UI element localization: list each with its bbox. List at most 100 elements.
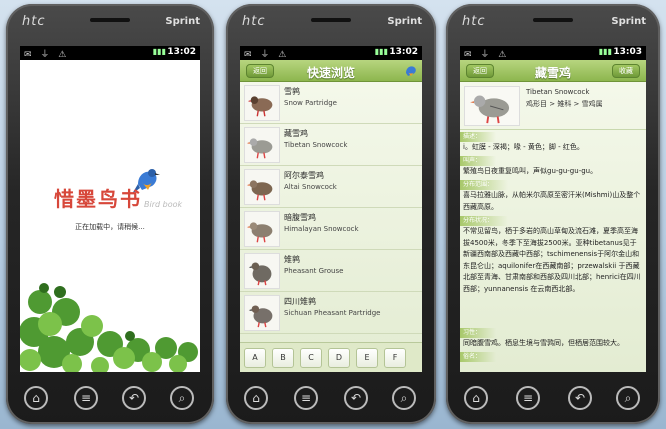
- home-key-icon[interactable]: ⌂: [24, 386, 48, 410]
- status-time: 13:02: [167, 47, 196, 57]
- app-subtitle: Bird book: [144, 200, 183, 209]
- section-body: 喜马拉雅山脉，从帕米尔高原至密汗米(Mishmi)山及整个西藏高原。: [463, 191, 641, 211]
- trees-illustration: [20, 283, 198, 372]
- phone-detail: htc Sprint ✉ ⏚ ⚠ ▮▮▮ 13:03 返回 藏雪鸡 收藏 Tib…: [446, 4, 660, 424]
- brand-logo: htc: [22, 14, 46, 29]
- alpha-key[interactable]: D: [328, 348, 350, 368]
- alphabet-index-bar: A B C D E F: [240, 342, 422, 372]
- bird-thumbnail-icon: [244, 211, 280, 247]
- page-title: 快速浏览: [306, 66, 355, 80]
- section-heading: 分布状况：: [460, 216, 508, 226]
- phone-splash: htc Sprint ✉ ⏚ ⚠ ▮▮▮ 13:02 惜墨鸟书 Bird boo…: [6, 4, 214, 424]
- app-title: 惜墨鸟书: [54, 187, 142, 211]
- bird-name-en: Snow Partridge: [284, 99, 337, 107]
- list-item[interactable]: 藏雪鸡 Tibetan Snowcock: [240, 124, 422, 166]
- hardware-keys: ⌂ ≡ ↶ ⌕: [446, 386, 660, 414]
- bird-name-cn: 四川雉鹑: [284, 297, 316, 306]
- section-heading: 俗名：: [460, 352, 496, 362]
- title-bar: 返回 藏雪鸡 收藏: [460, 60, 646, 82]
- detail-header: Tibetan Snowcock 鸡形目 > 雉科 > 雪鸡属: [460, 82, 646, 130]
- section-heading: 叫声：: [460, 156, 496, 166]
- bird-thumbnail-icon: [244, 127, 280, 163]
- carrier-logo: Sprint: [165, 16, 200, 27]
- list-item[interactable]: 暗腹雪鸡 Himalayan Snowcock: [240, 208, 422, 250]
- bird-icon: [406, 66, 416, 76]
- home-key-icon[interactable]: ⌂: [244, 386, 268, 410]
- bird-name-en: Sichuan Pheasant Partridge: [284, 309, 381, 317]
- signal-icon: ▮▮▮: [598, 47, 612, 56]
- status-bar: ✉ ⏚ ⚠ ▮▮▮ 13:02: [20, 46, 200, 60]
- status-time: 13:03: [613, 47, 642, 57]
- menu-key-icon[interactable]: ≡: [294, 386, 318, 410]
- bird-classification: 鸡形目 > 雉科 > 雪鸡属: [526, 100, 603, 108]
- section-heading: 描述：: [460, 132, 496, 142]
- notification-icons: ✉ ⏚ ⚠: [24, 50, 70, 60]
- bird-name-cn: 藏雪鸡: [284, 129, 308, 138]
- loading-text: 正在加载中，请稍候...: [75, 223, 145, 231]
- section-body: 繁殖鸟日夜重复鸣叫，声似gu-gu-gu-gu。: [463, 167, 598, 175]
- bird-list: 雪鹑 Snow Partridge 藏雪鸡 Tibetan Snowcock 阿…: [240, 82, 422, 372]
- bird-name-cn: 阿尔泰雪鸡: [284, 171, 324, 180]
- search-key-icon[interactable]: ⌕: [392, 386, 416, 410]
- carrier-logo: Sprint: [611, 16, 646, 27]
- alpha-key[interactable]: B: [272, 348, 294, 368]
- bird-name-en: Pheasant Grouse: [284, 267, 344, 275]
- bird-name-en: Altai Snowcock: [284, 183, 337, 191]
- menu-key-icon[interactable]: ≡: [516, 386, 540, 410]
- title-bar: 返回 快速浏览: [240, 60, 422, 82]
- search-key-icon[interactable]: ⌕: [616, 386, 640, 410]
- alpha-key[interactable]: E: [356, 348, 378, 368]
- section-body: 不常见留鸟，栖于多岩的高山草甸及流石滩，夏季高至海拔4500米，冬季下至海拔25…: [463, 227, 641, 293]
- hardware-keys: ⌂ ≡ ↶ ⌕: [226, 386, 436, 414]
- alpha-key[interactable]: A: [244, 348, 266, 368]
- status-time: 13:02: [389, 47, 418, 57]
- status-bar: ✉ ⏚ ⚠ ▮▮▮ 13:03: [460, 46, 646, 60]
- bird-name-en: Himalayan Snowcock: [284, 225, 359, 233]
- brand-logo: htc: [242, 14, 266, 29]
- bird-name-en: Tibetan Snowcock: [284, 141, 348, 149]
- list-item[interactable]: 雪鹑 Snow Partridge: [240, 82, 422, 124]
- hardware-keys: ⌂ ≡ ↶ ⌕: [6, 386, 214, 414]
- alpha-key[interactable]: F: [384, 348, 406, 368]
- screen: ✉ ⏚ ⚠ ▮▮▮ 13:03 返回 藏雪鸡 收藏 Tibetan Snowco…: [460, 46, 646, 372]
- status-bar: ✉ ⏚ ⚠ ▮▮▮ 13:02: [240, 46, 422, 60]
- notification-icons: ✉ ⏚ ⚠: [464, 50, 510, 60]
- back-key-icon[interactable]: ↶: [568, 386, 592, 410]
- carrier-logo: Sprint: [387, 16, 422, 27]
- screen: ✉ ⏚ ⚠ ▮▮▮ 13:02 返回 快速浏览 雪鹑 Snow Partridg…: [240, 46, 422, 372]
- bird-detail: Tibetan Snowcock 鸡形目 > 雉科 > 雪鸡属 描述： i。虹膜…: [460, 82, 646, 372]
- alpha-key[interactable]: C: [300, 348, 322, 368]
- back-key-icon[interactable]: ↶: [344, 386, 368, 410]
- signal-icon: ▮▮▮: [152, 47, 166, 56]
- menu-key-icon[interactable]: ≡: [74, 386, 98, 410]
- phone-browse: htc Sprint ✉ ⏚ ⚠ ▮▮▮ 13:02 返回 快速浏览 雪鹑 Sn…: [226, 4, 436, 424]
- bird-name-en: Tibetan Snowcock: [526, 88, 590, 96]
- favorite-button[interactable]: 收藏: [612, 64, 640, 78]
- brand-logo: htc: [462, 14, 486, 29]
- bird-thumbnail-icon: [244, 85, 280, 121]
- speaker-grille: [311, 18, 351, 22]
- notification-icons: ✉ ⏚ ⚠: [244, 50, 290, 60]
- bird-thumbnail-icon: [244, 253, 280, 289]
- list-item[interactable]: 四川雉鹑 Sichuan Pheasant Partridge: [240, 292, 422, 334]
- bird-name-cn: 雪鹑: [284, 87, 300, 96]
- list-item[interactable]: 雉鹑 Pheasant Grouse: [240, 250, 422, 292]
- section-body: 同暗腹雪鸡。栖息生境与雪鹑同，但栖居范围较大。: [463, 339, 624, 347]
- bird-name-cn: 雉鹑: [284, 255, 300, 264]
- home-key-icon[interactable]: ⌂: [464, 386, 488, 410]
- section-heading: 分布范围：: [460, 180, 508, 190]
- bird-thumbnail-icon: [244, 295, 280, 331]
- back-key-icon[interactable]: ↶: [122, 386, 146, 410]
- screen: ✉ ⏚ ⚠ ▮▮▮ 13:02 惜墨鸟书 Bird book 正在加载中，请稍候…: [20, 46, 200, 372]
- splash-screen: 惜墨鸟书 Bird book 正在加载中，请稍候...: [20, 60, 200, 372]
- bird-thumbnail-icon: [244, 169, 280, 205]
- speaker-grille: [533, 18, 573, 22]
- signal-icon: ▮▮▮: [374, 47, 388, 56]
- list-item[interactable]: 阿尔泰雪鸡 Altai Snowcock: [240, 166, 422, 208]
- bird-name-cn: 暗腹雪鸡: [284, 213, 316, 222]
- bird-photo-icon: [464, 86, 520, 126]
- speaker-grille: [90, 18, 130, 22]
- section-heading: 习性：: [460, 328, 496, 338]
- search-key-icon[interactable]: ⌕: [170, 386, 194, 410]
- section-body: i。虹膜 - 深褐；喙 - 黄色；脚 - 红色。: [463, 143, 584, 151]
